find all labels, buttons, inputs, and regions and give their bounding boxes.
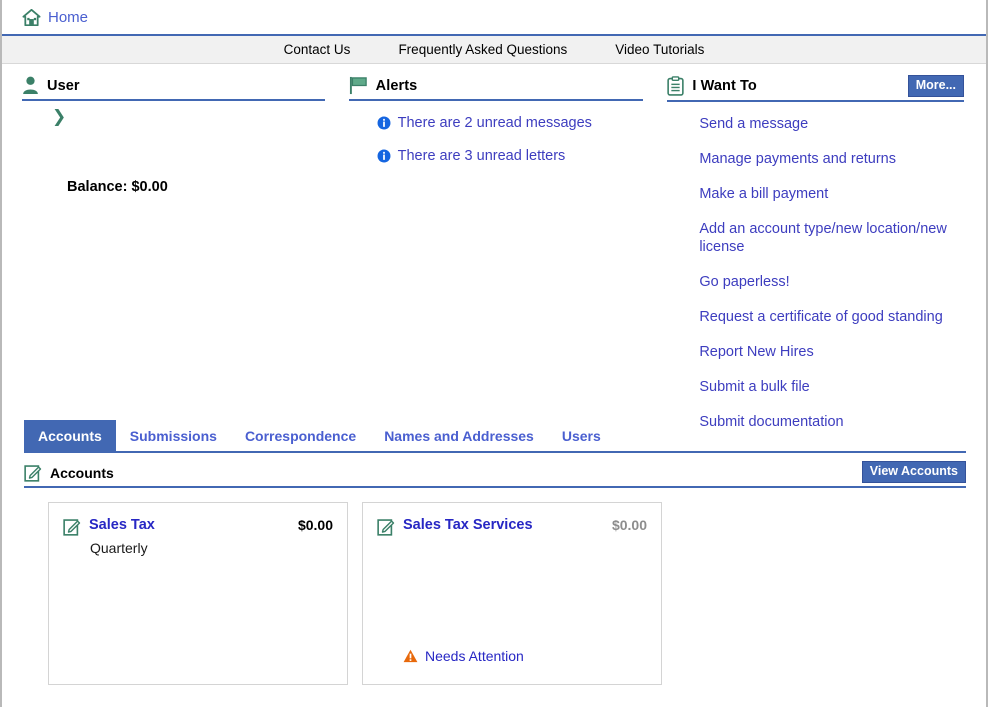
home-link[interactable]: Home	[22, 9, 88, 26]
more-button[interactable]: More...	[908, 75, 964, 97]
iwt-link-submit-a-bulk-file[interactable]: Submit a bulk file	[699, 378, 951, 396]
account-card-status-label: Needs Attention	[425, 648, 524, 664]
account-card-title[interactable]: Sales Tax Services	[403, 517, 533, 533]
view-accounts-button[interactable]: View Accounts	[862, 461, 966, 483]
home-icon	[22, 9, 41, 26]
account-card-amount: $0.00	[298, 517, 333, 533]
edit-note-icon	[377, 517, 395, 536]
iwt-link-submit-documentation[interactable]: Submit documentation	[699, 413, 951, 431]
alert-link-letters[interactable]: There are 3 unread letters	[398, 148, 566, 164]
tab-names-and-addresses[interactable]: Names and Addresses	[370, 420, 548, 451]
alerts-panel: Alerts There are 2 unread messages	[337, 76, 656, 416]
edit-note-icon	[24, 463, 42, 482]
i-want-to-panel-header: I Want To More...	[667, 76, 964, 102]
tab-correspondence[interactable]: Correspondence	[231, 420, 370, 451]
accounts-section-title: Accounts	[50, 465, 114, 481]
tab-accounts[interactable]: Accounts	[24, 420, 116, 451]
i-want-to-links: Send a message Manage payments and retur…	[667, 115, 964, 431]
account-card-subtitle: Quarterly	[90, 540, 333, 556]
alerts-panel-title: Alerts	[376, 78, 418, 94]
clipboard-icon	[667, 76, 684, 96]
account-card-amount: $0.00	[612, 517, 647, 533]
accounts-card-list: Sales Tax $0.00 Quarterly Sales Tax Serv…	[48, 502, 986, 685]
iwt-link-request-certificate-of-good-standing[interactable]: Request a certificate of good standing	[699, 308, 951, 326]
account-card-sales-tax[interactable]: Sales Tax $0.00 Quarterly	[48, 502, 348, 685]
user-expand-chevron-icon[interactable]: ❯	[52, 107, 66, 127]
home-bar: Home	[2, 0, 986, 36]
edit-note-icon	[63, 517, 81, 536]
alert-link-messages[interactable]: There are 2 unread messages	[398, 115, 592, 131]
i-want-to-panel-title: I Want To	[692, 78, 757, 94]
warning-triangle-icon	[403, 649, 418, 663]
iwt-link-send-a-message[interactable]: Send a message	[699, 115, 951, 133]
user-balance: Balance: $0.00	[67, 179, 325, 195]
user-panel-title: User	[47, 78, 80, 94]
utility-nav: Contact Us Frequently Asked Questions Vi…	[2, 36, 986, 64]
page-root: Home Contact Us Frequently Asked Questio…	[0, 0, 988, 707]
iwt-link-add-an-account-type[interactable]: Add an account type/new location/new lic…	[699, 220, 951, 256]
alert-item-letters[interactable]: There are 3 unread letters	[349, 148, 644, 164]
info-circle-icon	[377, 149, 391, 163]
user-panel: User ❯ Balance: $0.00	[2, 76, 337, 416]
account-card-top: Sales Tax $0.00	[63, 517, 333, 536]
account-card-top: Sales Tax Services $0.00	[377, 517, 647, 536]
person-icon	[22, 76, 39, 95]
iwt-link-make-a-bill-payment[interactable]: Make a bill payment	[699, 185, 951, 203]
account-card-status-badge: Needs Attention	[403, 648, 524, 664]
iwt-link-manage-payments-and-returns[interactable]: Manage payments and returns	[699, 150, 951, 168]
alerts-panel-header: Alerts	[349, 76, 644, 101]
nav-contact-us[interactable]: Contact Us	[284, 42, 351, 57]
nav-video-tutorials[interactable]: Video Tutorials	[615, 42, 704, 57]
nav-faq[interactable]: Frequently Asked Questions	[398, 42, 567, 57]
iwt-link-report-new-hires[interactable]: Report New Hires	[699, 343, 951, 361]
info-circle-icon	[377, 116, 391, 130]
account-card-title[interactable]: Sales Tax	[89, 517, 155, 533]
user-panel-header: User	[22, 76, 325, 101]
alerts-list: There are 2 unread messages There are 3 …	[349, 115, 644, 164]
panels-row: User ❯ Balance: $0.00 Alerts	[2, 64, 986, 416]
flag-icon	[349, 76, 368, 95]
tab-submissions[interactable]: Submissions	[116, 420, 231, 451]
iwt-link-go-paperless[interactable]: Go paperless!	[699, 273, 951, 291]
account-card-sales-tax-services[interactable]: Sales Tax Services $0.00 Needs Attention	[362, 502, 662, 685]
tab-users[interactable]: Users	[548, 420, 615, 451]
alert-item-messages[interactable]: There are 2 unread messages	[349, 115, 644, 131]
home-link-label: Home	[48, 9, 88, 26]
accounts-section-header: Accounts View Accounts	[24, 463, 966, 488]
i-want-to-panel: I Want To More... Send a message Manage …	[655, 76, 986, 416]
